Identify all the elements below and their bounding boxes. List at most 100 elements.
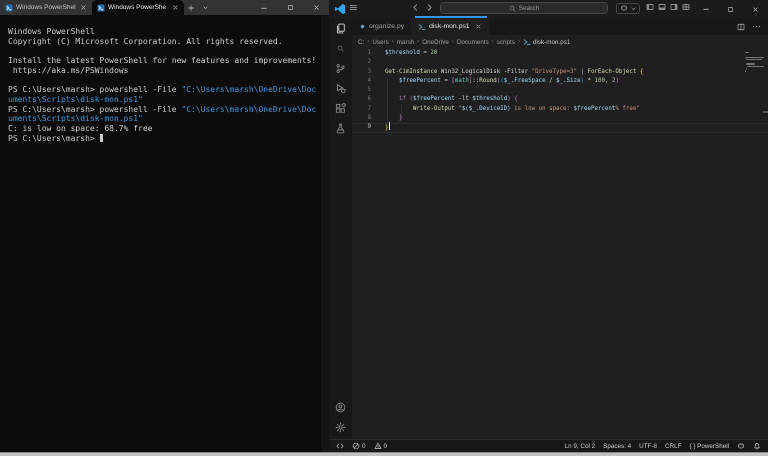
python-file-icon: [359, 23, 366, 30]
code-editor[interactable]: 1 $threshold = 20 2 3 Get-CimInstance Win32_…: [352, 49, 768, 439]
status-spaces-4[interactable]: Spaces: 4: [603, 443, 631, 450]
close-tab-icon[interactable]: [80, 4, 87, 11]
status-warning[interactable]: 0: [374, 442, 388, 450]
breadcrumb-separator: ›: [491, 39, 494, 45]
status-label: Ln 9, Col 2: [564, 442, 596, 450]
terminal-tab-2-active[interactable]: Windows PowerShe: [92, 0, 184, 15]
split-editor-icon[interactable]: [737, 23, 745, 31]
code-line-9[interactable]: 9}: [352, 122, 768, 132]
close-button[interactable]: [743, 0, 768, 18]
extensions-icon: [335, 102, 346, 114]
breadcrumb-item[interactable]: marsh: [397, 39, 415, 46]
forward-icon[interactable]: [425, 3, 434, 12]
sidebar-item-testing[interactable]: [329, 118, 352, 138]
editor-cursor: [388, 122, 390, 131]
status-label: Spaces: 4: [603, 442, 632, 450]
status-bell[interactable]: [753, 442, 761, 450]
breadcrumb-item-file[interactable]: disk-mon.ps1: [523, 38, 570, 46]
bell-icon: [753, 442, 761, 450]
terminal-line: Copyright (C) Microsoft Corporation. All…: [8, 36, 283, 46]
sidebar-item-settings[interactable]: [329, 417, 352, 437]
powershell-file-icon: [418, 23, 426, 31]
toggle-panel-icon[interactable]: [658, 3, 666, 11]
close-tab-icon[interactable]: [475, 23, 482, 30]
customize-layout-icon[interactable]: [682, 3, 690, 11]
status-ln-9-col-2[interactable]: Ln 9, Col 2: [565, 443, 595, 450]
terminal-title-bar: Windows PowerShel Windows PowerShe: [0, 0, 329, 15]
more-actions-icon[interactable]: [752, 22, 761, 31]
breadcrumb-separator: ›: [517, 39, 520, 45]
sidebar-item-run-debug[interactable]: [329, 78, 352, 98]
search-input[interactable]: Search: [440, 2, 608, 14]
line-number: 1: [367, 50, 372, 56]
sidebar-item-account[interactable]: [329, 397, 352, 417]
minimize-button[interactable]: [693, 0, 718, 18]
status-label: 0: [383, 442, 388, 450]
terminal-line: Install the latest PowerShell for new fe…: [8, 56, 317, 66]
copilot-icon: [620, 4, 628, 12]
status-error[interactable]: 0: [352, 442, 366, 450]
status-label: CRLF: [664, 442, 682, 450]
breadcrumb-separator: ›: [367, 39, 370, 45]
maximize-button[interactable]: [718, 0, 743, 18]
remote-icon: [336, 442, 344, 450]
code-line-5[interactable]: 5: [352, 86, 768, 95]
status-utf-8[interactable]: UTF-8: [639, 443, 657, 450]
breadcrumb-item[interactable]: Documents: [457, 39, 489, 46]
new-tab-button[interactable]: [184, 0, 198, 15]
toggle-secondary-sidebar-icon[interactable]: [670, 3, 678, 11]
minimap-line: [745, 52, 749, 54]
status-copilot[interactable]: [737, 442, 745, 450]
minimize-button[interactable]: [251, 0, 277, 15]
copilot-button[interactable]: [616, 2, 640, 14]
terminal-tab-1[interactable]: Windows PowerShel: [0, 0, 92, 15]
sidebar-item-extensions[interactable]: [329, 98, 352, 118]
code-line-1[interactable]: 1 $threshold = 20: [352, 49, 768, 58]
code-line-8[interactable]: 8 }: [352, 114, 768, 123]
line-number: 7: [367, 105, 372, 112]
status--powershell[interactable]: { } PowerShell: [689, 443, 729, 450]
tab-disk-mon-ps1[interactable]: disk-mon.ps1: [411, 18, 489, 35]
vscode-window: Search organize.py disk-mon.ps1 C: › Use…: [329, 0, 768, 452]
terminal-scrollbar[interactable]: [321, 15, 329, 452]
status-crlf[interactable]: CRLF: [665, 443, 681, 450]
code-line-7[interactable]: 7 Write-Output "$($_.DeviceID) is low on…: [352, 105, 768, 114]
tab-organize-py[interactable]: organize.py: [352, 18, 411, 35]
tab-label: organize.py: [369, 23, 405, 30]
code-line-6[interactable]: 6 if ($freePercent -lt $threshold) {: [352, 95, 768, 104]
code-line-4[interactable]: 4 $freePercent = [math]::Round(($_.FreeS…: [352, 77, 768, 86]
minimap-line: [746, 58, 763, 61]
line-number: 5: [367, 87, 372, 94]
menu-icon[interactable]: [349, 3, 358, 12]
terminal-output[interactable]: Windows PowerShell Copyright (C) Microsof…: [0, 15, 329, 143]
breadcrumb-item[interactable]: scripts: [497, 39, 515, 46]
code-line-3[interactable]: 3 Get-CimInstance Win32_LogicalDisk -Filt…: [352, 68, 768, 77]
tab-dropdown-button[interactable]: [198, 0, 212, 15]
breadcrumb-separator: ›: [451, 39, 454, 45]
status-remote[interactable]: [336, 442, 344, 450]
breadcrumb-item[interactable]: Users: [372, 39, 388, 46]
close-tab-icon[interactable]: [172, 4, 179, 11]
terminal-line: PS C:\Users\marsh>: [8, 133, 329, 144]
sidebar-item-explorer[interactable]: [329, 18, 352, 38]
maximize-button[interactable]: [277, 0, 303, 15]
line-number: 2: [367, 59, 372, 66]
account-icon: [335, 402, 346, 413]
back-icon[interactable]: [411, 3, 420, 12]
sidebar-item-source-control[interactable]: [329, 58, 352, 78]
breadcrumb-item[interactable]: C:: [358, 39, 364, 46]
warning-icon: [374, 442, 382, 450]
vscode-logo-icon: [334, 3, 346, 15]
overview-ruler-marker: [763, 111, 768, 113]
sidebar-item-search[interactable]: [329, 38, 352, 58]
breadcrumb-item[interactable]: OneDrive: [422, 39, 449, 46]
line-number: 6: [367, 96, 372, 103]
close-button[interactable]: [303, 0, 329, 15]
toggle-sidebar-icon[interactable]: [646, 3, 654, 11]
breadcrumb: C: › Users › marsh › OneDrive › Documents › script…: [352, 35, 768, 49]
terminal-line: Windows PowerShell: [8, 27, 95, 36]
minimap-line: [747, 65, 764, 68]
code-line-2[interactable]: 2: [352, 58, 768, 67]
minimap[interactable]: [745, 52, 765, 73]
